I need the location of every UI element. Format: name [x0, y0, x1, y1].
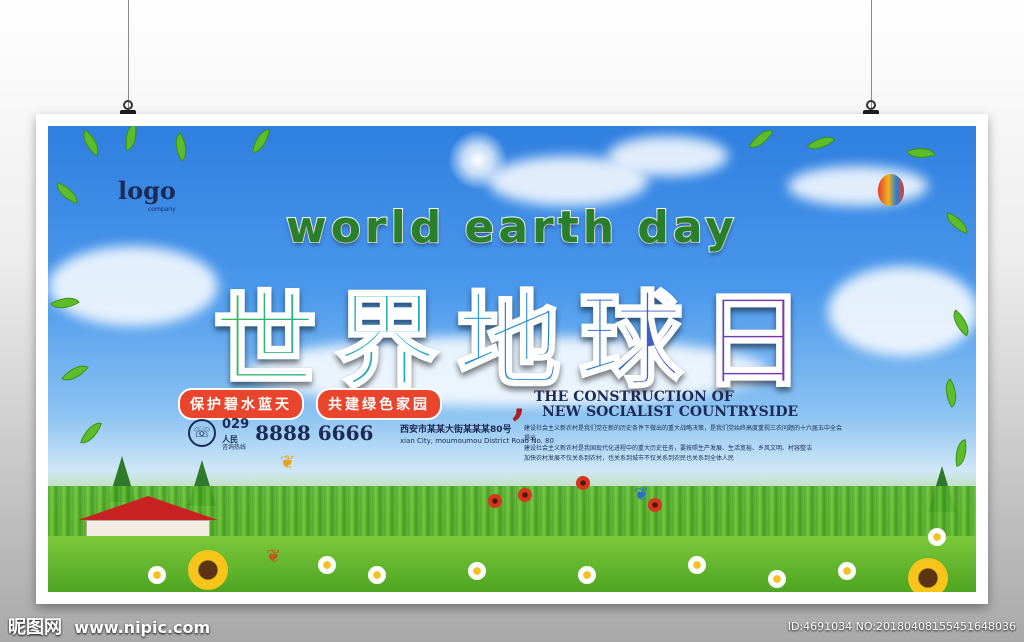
logo: logo — [118, 176, 176, 205]
daisy — [768, 570, 786, 588]
body-line: 建设社会主义新农村是我们党在新的历史条件下做出的重大战略决策，是我们党始终高度重… — [524, 425, 843, 442]
leaf — [61, 358, 89, 388]
daisy — [688, 556, 706, 574]
watermark-url: www.nipic.com — [74, 618, 211, 637]
phone-area-prefix: 029 — [222, 417, 250, 432]
daisy — [318, 556, 336, 574]
leaf — [806, 129, 836, 157]
slogan-pill: 保护碧水蓝天 — [178, 388, 304, 420]
red-flower — [488, 494, 502, 508]
hanging-wire-left — [128, 0, 129, 108]
butterfly-icon: ❦ — [266, 546, 282, 567]
cloud — [788, 166, 928, 206]
body-paragraph: 建设社会主义新农村是我们党在新的历史条件下做出的重大战略决策，是我们党始终高度重… — [524, 424, 844, 464]
slogan-pill: 共建绿色家园 — [316, 388, 442, 420]
watermark-brand-name: 昵图网 — [8, 617, 62, 638]
daisy — [838, 562, 856, 580]
hanging-wire-right — [871, 0, 872, 108]
phone-number: 8888 6666 — [255, 420, 374, 445]
poster-board: logo company world earth day 世界地球日 保护碧水蓝… — [36, 114, 988, 604]
red-flower — [648, 498, 662, 512]
daisy — [468, 562, 486, 580]
leaf — [251, 126, 271, 156]
phone-icon: ☏ — [188, 418, 216, 447]
title-english: world earth day — [285, 201, 738, 254]
decorative-comma: , — [512, 378, 526, 425]
watermark-footer: 昵图网 www.nipic.com ID:4691034 NO:20180408… — [0, 610, 1024, 642]
sunflower — [908, 558, 948, 592]
leaf — [76, 129, 106, 157]
phone-row: ☏ 029 人民 8888 6666 — [188, 418, 373, 447]
leaf — [121, 126, 141, 152]
body-line: 加快农村发展不仅关系到农村，也关系到城市不仅关系到农民也关系到全体人民 — [524, 455, 735, 462]
meadow — [48, 536, 976, 592]
leaf — [906, 141, 936, 165]
slogan-row: 保护碧水蓝天 共建绿色家园 — [178, 388, 442, 420]
daisy — [148, 566, 166, 584]
red-flower — [518, 488, 532, 502]
watermark-brand: 昵图网 www.nipic.com — [8, 613, 210, 639]
english-heading-line2: NEW SOCIALIST COUNTRYSIDE — [542, 404, 799, 420]
leaf — [951, 438, 971, 468]
leaf — [79, 418, 103, 448]
butterfly-icon: ❦ — [280, 452, 296, 473]
leaf — [52, 181, 82, 205]
english-heading-line1: THE CONSTRUCTION OF — [534, 389, 734, 405]
daisy — [368, 566, 386, 584]
leaf — [748, 126, 774, 154]
daisy — [928, 528, 946, 546]
english-heading: THE CONSTRUCTION OF NEW SOCIALIST COUNTR… — [534, 390, 798, 420]
cloud — [608, 136, 728, 176]
daisy — [578, 566, 596, 584]
watermark-meta: ID:4691034 NO:20180408155451648036 — [787, 619, 1016, 633]
body-line: 建设社会主义新农村是我国现代化进程中的重大历史任务，要按照生产发展、生活宽裕、乡… — [524, 445, 813, 452]
red-flower — [576, 476, 590, 490]
leaf — [938, 378, 964, 408]
sunflower — [188, 550, 228, 590]
phone-subtitle: 咨询热线 — [222, 444, 247, 451]
poster-artwork: logo company world earth day 世界地球日 保护碧水蓝… — [48, 126, 976, 592]
butterfly-icon: ❦ — [634, 484, 650, 505]
leaf — [168, 132, 194, 162]
